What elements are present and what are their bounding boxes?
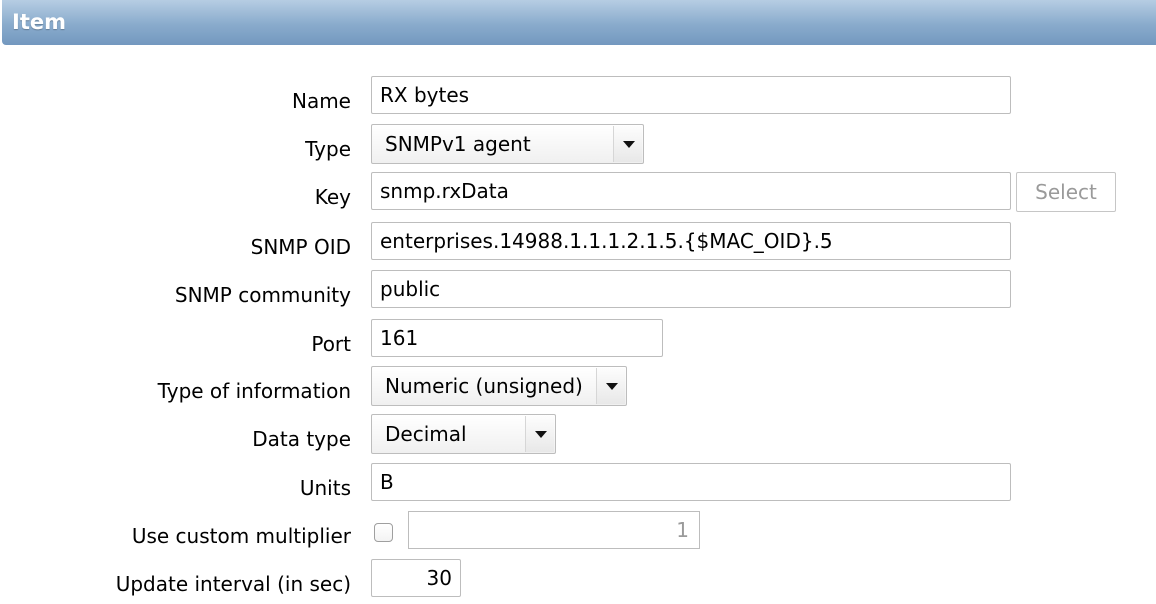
snmp-community-label: SNMP community: [174, 283, 351, 307]
update-interval-input[interactable]: 30: [371, 559, 461, 597]
snmp-oid-input[interactable]: enterprises.14988.1.1.1.2.1.5.{$MAC_OID}…: [371, 222, 1011, 260]
update-interval-label: Update interval (in sec): [115, 572, 351, 596]
type-of-information-select[interactable]: Numeric (unsigned): [371, 366, 627, 406]
snmp-oid-row: SNMP OID enterprises.14988.1.1.1.2.1.5.{…: [0, 222, 1156, 266]
custom-multiplier-input: 1: [408, 511, 700, 549]
port-input[interactable]: 161: [371, 319, 663, 357]
key-label: Key: [314, 185, 351, 209]
type-select[interactable]: SNMPv1 agent: [371, 124, 644, 164]
custom-multiplier-checkbox[interactable]: [374, 523, 393, 542]
form-header: Item: [2, 0, 1156, 45]
snmp-community-row: SNMP community public: [0, 270, 1156, 314]
name-label: Name: [291, 89, 351, 113]
chevron-down-icon[interactable]: [613, 126, 642, 162]
data-type-label: Data type: [252, 427, 351, 451]
name-input[interactable]: RX bytes: [371, 76, 1011, 114]
data-type-select[interactable]: Decimal: [371, 414, 556, 454]
type-label: Type: [305, 137, 351, 161]
chevron-down-icon[interactable]: [596, 368, 625, 404]
data-type-row: Data type Decimal: [0, 414, 1156, 458]
snmp-oid-label: SNMP OID: [250, 235, 351, 259]
type-of-information-value: Numeric (unsigned): [385, 374, 583, 398]
data-type-value: Decimal: [385, 422, 467, 446]
form-title: Item: [12, 10, 66, 34]
units-row: Units B: [0, 463, 1156, 507]
key-row: Key snmp.rxData Select: [0, 172, 1156, 216]
port-row: Port 161: [0, 319, 1156, 363]
select-key-button[interactable]: Select: [1016, 172, 1116, 212]
snmp-community-input[interactable]: public: [371, 270, 1011, 308]
key-input[interactable]: snmp.rxData: [371, 172, 1011, 210]
port-label: Port: [311, 332, 351, 356]
units-input[interactable]: B: [371, 463, 1011, 501]
name-row: Name RX bytes: [0, 76, 1156, 120]
update-interval-row: Update interval (in sec) 30: [0, 559, 1156, 603]
type-row: Type SNMPv1 agent: [0, 124, 1156, 168]
custom-multiplier-label: Use custom multiplier: [131, 524, 351, 548]
type-of-information-row: Type of information Numeric (unsigned): [0, 366, 1156, 410]
units-label: Units: [299, 476, 351, 500]
type-of-information-label: Type of information: [157, 379, 351, 403]
type-select-value: SNMPv1 agent: [385, 132, 531, 156]
chevron-down-icon[interactable]: [525, 416, 554, 452]
custom-multiplier-row: Use custom multiplier 1: [0, 511, 1156, 555]
